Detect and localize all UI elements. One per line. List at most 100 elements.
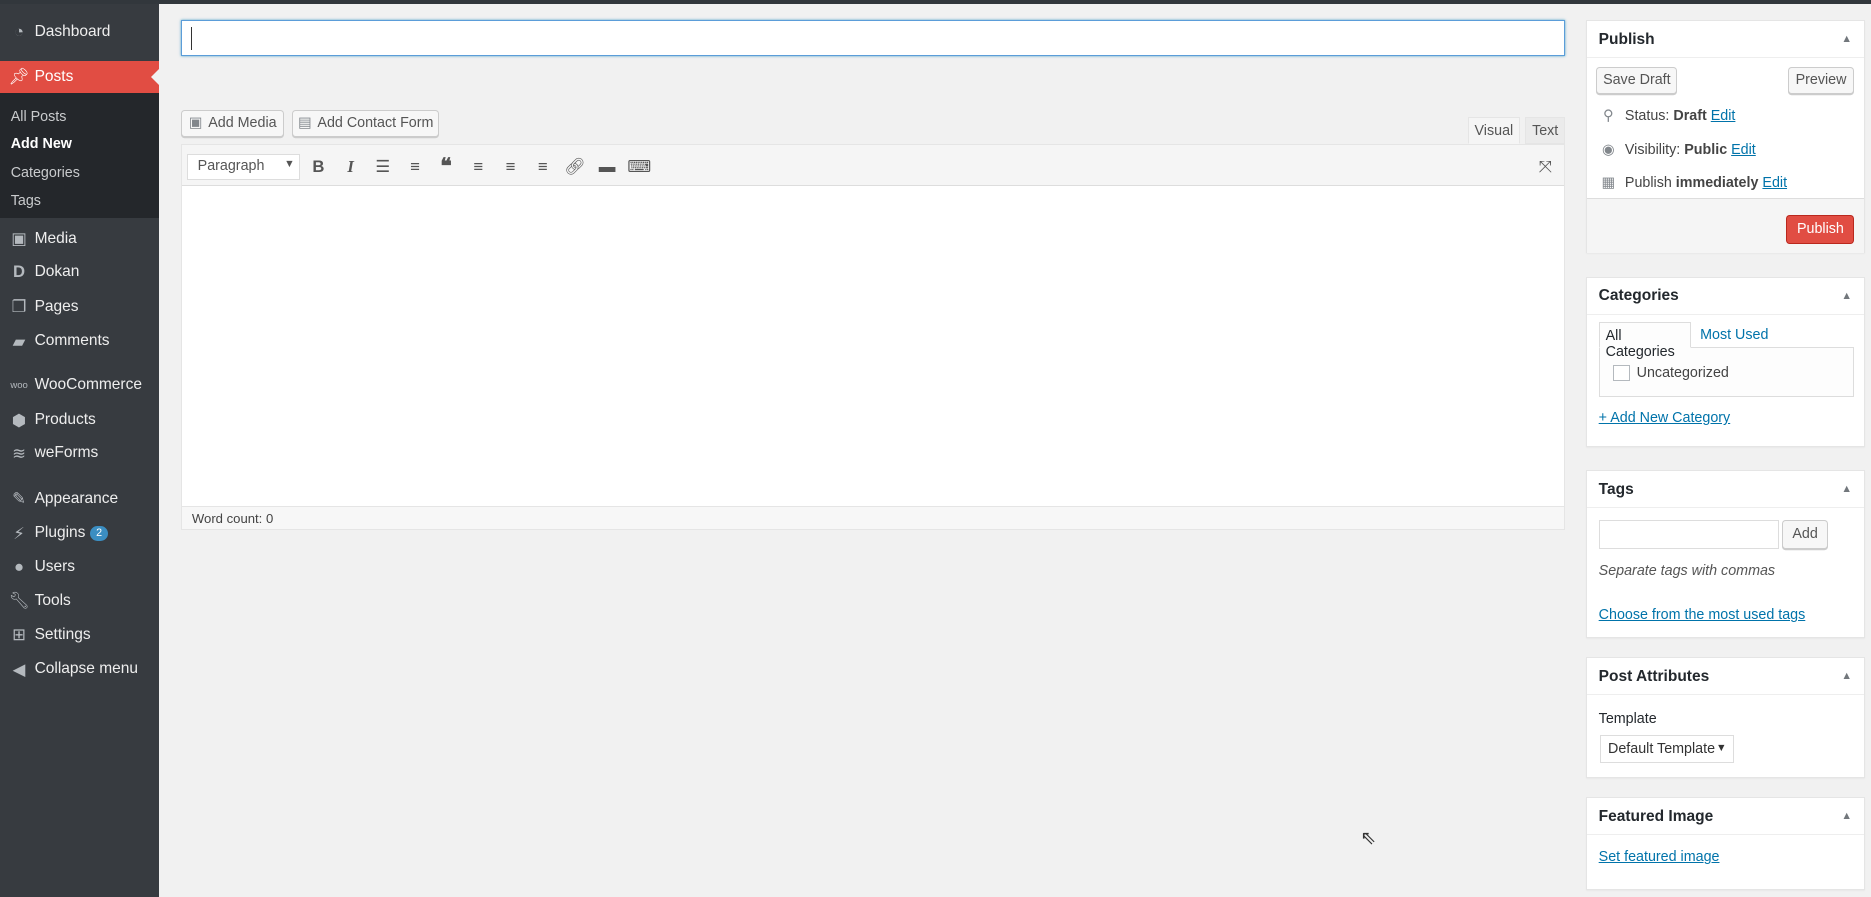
categories-title: Categories bbox=[1598, 287, 1679, 305]
post-content-editor[interactable]: Paragraph ▼ B I ☰ ≡ ❝ ≡ ≡ ≡ 🔗︎ ▬ ⌨ ⤧ Word… bbox=[181, 144, 1566, 530]
add-media-button[interactable]: ▣ Add Media bbox=[181, 109, 284, 138]
calendar-icon: ▦ bbox=[1601, 175, 1615, 192]
toolbar-toggle-icon[interactable]: ⌨ bbox=[627, 155, 651, 179]
collapse-arrow-icon[interactable]: ▲ bbox=[1841, 670, 1852, 682]
sidebar-item-dashboard[interactable]: ◔ Dashboard bbox=[0, 16, 159, 49]
settings-icon: ⊞ bbox=[12, 625, 27, 645]
sidebar-item-settings[interactable]: ⊞ Settings bbox=[0, 618, 159, 651]
editor-toolbar: Paragraph ▼ B I ☰ ≡ ❝ ≡ ≡ ≡ 🔗︎ ▬ ⌨ ⤧ bbox=[182, 145, 1565, 186]
sidebar-item-tools[interactable]: 🔧︎ Tools bbox=[0, 585, 159, 618]
woo-icon: woo bbox=[10, 379, 28, 391]
submenu-add-new[interactable]: Add New bbox=[11, 136, 72, 152]
category-label: Uncategorized bbox=[1636, 364, 1729, 381]
dokan-icon: D bbox=[13, 262, 26, 282]
sidebar-item-pages[interactable]: ❐ Pages bbox=[0, 290, 159, 323]
sidebar-item-plugins[interactable]: ⚡︎ Plugins 2 bbox=[0, 517, 159, 550]
align-left-icon[interactable]: ≡ bbox=[466, 155, 490, 179]
sidebar-item-media[interactable]: ▣ Media bbox=[0, 222, 159, 255]
numbered-list-icon[interactable]: ≡ bbox=[403, 155, 427, 179]
tab-visual[interactable]: Visual bbox=[1467, 116, 1521, 145]
sidebar-item-woocommerce[interactable]: woo WooCommerce bbox=[0, 369, 159, 402]
chevron-down-icon: ▼ bbox=[284, 158, 295, 171]
add-contact-form-button[interactable]: ▤ Add Contact Form bbox=[292, 109, 440, 138]
edit-visibility-link[interactable]: Edit bbox=[1731, 142, 1756, 158]
word-count: Word count: 0 bbox=[182, 506, 1565, 529]
post-title-input[interactable] bbox=[181, 20, 1566, 57]
edit-status-link[interactable]: Edit bbox=[1711, 108, 1736, 124]
schedule-row: ▦ Publish immediately Edit bbox=[1599, 175, 1787, 191]
format-select[interactable]: Paragraph ▼ bbox=[187, 153, 301, 180]
plugins-update-badge: 2 bbox=[90, 526, 109, 541]
add-tag-button[interactable]: Add bbox=[1782, 520, 1828, 549]
submenu-categories[interactable]: Categories bbox=[11, 165, 80, 181]
sidebar-item-users[interactable]: ● Users bbox=[0, 550, 159, 583]
featured-image-box: Featured Image ▲ Set featured image bbox=[1585, 797, 1865, 891]
sidebar-item-products[interactable]: ⬢ Products bbox=[0, 403, 159, 436]
tab-all-categories[interactable]: All Categories bbox=[1598, 321, 1691, 360]
publish-button[interactable]: Publish bbox=[1786, 214, 1855, 245]
tags-input[interactable] bbox=[1598, 520, 1779, 549]
template-label: Template bbox=[1598, 710, 1657, 727]
tab-most-used[interactable]: Most Used bbox=[1700, 327, 1768, 343]
collapse-arrow-icon[interactable]: ▲ bbox=[1841, 483, 1852, 495]
set-featured-image-link[interactable]: Set featured image bbox=[1599, 849, 1720, 865]
edit-schedule-link[interactable]: Edit bbox=[1762, 175, 1787, 191]
add-new-category-link[interactable]: + Add New Category bbox=[1599, 410, 1731, 426]
save-draft-button[interactable]: Save Draft bbox=[1596, 66, 1678, 95]
posts-submenu: All Posts Add New Categories Tags bbox=[0, 93, 159, 219]
align-right-icon[interactable]: ≡ bbox=[531, 155, 555, 179]
publish-box: Publish ▲ Save Draft Preview ⚲ Status: Dra… bbox=[1585, 20, 1865, 253]
blockquote-icon[interactable]: ❝ bbox=[434, 154, 458, 179]
form-table-icon: ▤ bbox=[297, 115, 312, 132]
sidebar-item-weforms[interactable]: ≋ weForms bbox=[0, 437, 159, 470]
brush-icon: ✎ bbox=[12, 489, 27, 509]
pin-icon: ⚲ bbox=[1602, 108, 1614, 125]
sidebar-item-appearance[interactable]: ✎ Appearance bbox=[0, 482, 159, 515]
fullscreen-icon[interactable]: ⤧ bbox=[1533, 155, 1557, 179]
collapse-arrow-icon[interactable]: ▲ bbox=[1841, 810, 1852, 822]
submenu-all-posts[interactable]: All Posts bbox=[11, 109, 67, 125]
post-attributes-title: Post Attributes bbox=[1598, 667, 1710, 685]
category-checkbox[interactable] bbox=[1612, 364, 1630, 382]
user-icon: ● bbox=[14, 556, 25, 576]
mouse-cursor-icon: ⇖ bbox=[1360, 827, 1377, 849]
collapse-icon: ◀ bbox=[12, 659, 26, 679]
plug-icon: ⚡︎ bbox=[13, 523, 25, 543]
tags-hint: Separate tags with commas bbox=[1598, 562, 1776, 579]
comment-icon: ▰ bbox=[12, 331, 26, 351]
sidebar-item-posts[interactable]: 📌︎ Posts bbox=[0, 60, 159, 94]
dashboard-icon: ◔ bbox=[14, 22, 25, 42]
submenu-tags[interactable]: Tags bbox=[11, 193, 41, 209]
sidebar-item-dokan[interactable]: D Dokan bbox=[0, 255, 159, 288]
media-icon: ▣ bbox=[188, 115, 203, 132]
align-center-icon[interactable]: ≡ bbox=[499, 155, 523, 179]
template-select[interactable]: Default Template ▼ bbox=[1599, 734, 1734, 764]
featured-image-title: Featured Image bbox=[1598, 807, 1714, 825]
collapse-menu-button[interactable]: ◀ Collapse menu bbox=[0, 653, 159, 686]
wrench-icon: 🔧︎ bbox=[8, 591, 30, 611]
collapse-arrow-icon[interactable]: ▲ bbox=[1841, 33, 1852, 45]
weforms-icon: ≋ bbox=[12, 443, 27, 463]
text-cursor bbox=[190, 27, 192, 50]
bold-icon[interactable]: B bbox=[306, 155, 330, 179]
tab-text[interactable]: Text bbox=[1524, 116, 1566, 145]
read-more-icon[interactable]: ▬ bbox=[595, 155, 619, 179]
box-icon: ⬢ bbox=[11, 410, 27, 430]
italic-icon[interactable]: I bbox=[339, 155, 363, 179]
tags-box: Tags ▲ Add Separate tags with commas Choo… bbox=[1585, 470, 1865, 639]
sidebar-item-comments[interactable]: ▰ Comments bbox=[0, 325, 159, 358]
visibility-row: ◉ Visibility: Public Edit bbox=[1599, 142, 1756, 158]
pin-icon: 📌︎ bbox=[8, 66, 30, 86]
post-attributes-box: Post Attributes ▲ Template Default Templa… bbox=[1585, 657, 1865, 778]
bullet-list-icon[interactable]: ☰ bbox=[371, 155, 395, 179]
link-icon[interactable]: 🔗︎ bbox=[563, 155, 587, 179]
choose-tags-link[interactable]: Choose from the most used tags bbox=[1599, 607, 1806, 623]
publish-box-title: Publish bbox=[1598, 30, 1655, 48]
preview-button[interactable]: Preview bbox=[1787, 66, 1855, 95]
tags-title: Tags bbox=[1598, 480, 1634, 498]
chevron-down-icon: ▼ bbox=[1715, 741, 1727, 754]
admin-bar bbox=[0, 0, 1871, 4]
admin-sidebar: ◔ Dashboard 📌︎ Posts All Posts Add New Cat… bbox=[0, 3, 159, 897]
collapse-arrow-icon[interactable]: ▲ bbox=[1841, 290, 1852, 302]
status-row: ⚲ Status: Draft Edit bbox=[1599, 108, 1736, 125]
